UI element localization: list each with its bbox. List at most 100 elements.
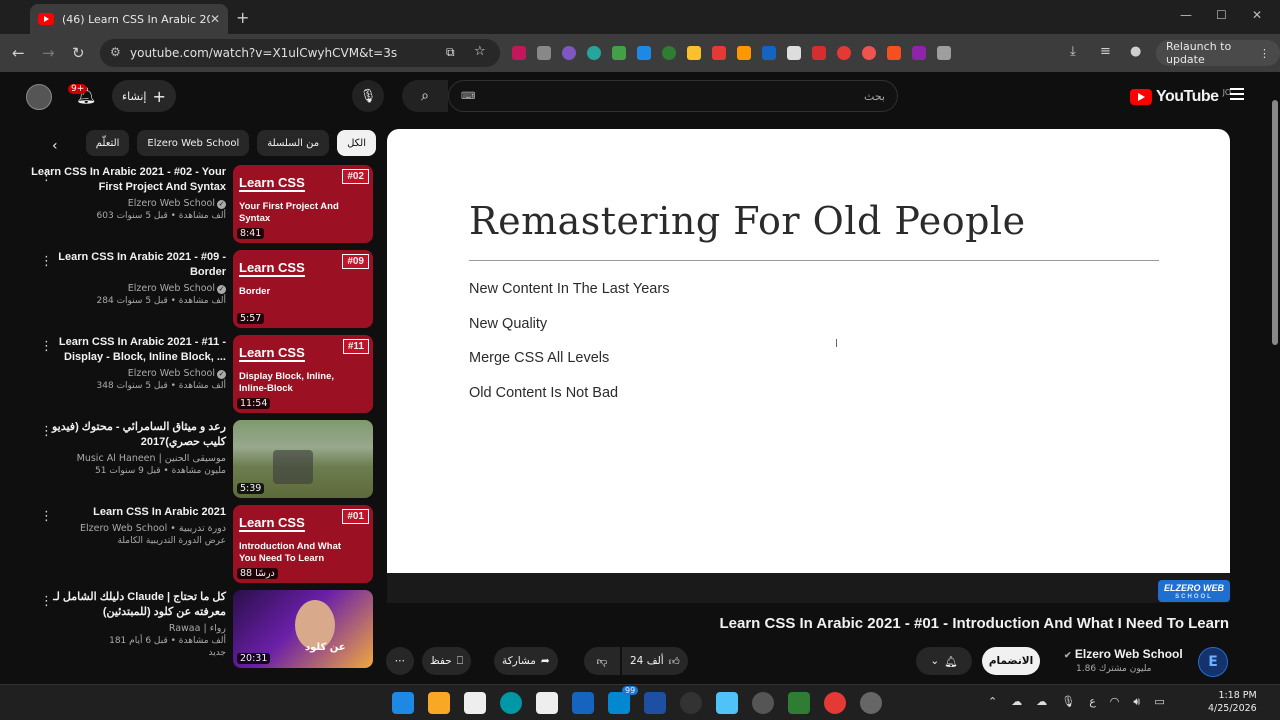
- url-field[interactable]: ⚙ youtube.com/watch?v=X1ulCwyhCVM&t=3s ⧉…: [100, 39, 500, 67]
- settings-gear-icon[interactable]: [752, 692, 774, 714]
- video-thumbnail[interactable]: Learn CSS #11 Display Block, Inline, Inl…: [233, 335, 373, 413]
- maximize-icon[interactable]: ☐: [1216, 8, 1227, 22]
- chip-all[interactable]: الكل: [337, 130, 376, 156]
- video-thumbnail[interactable]: Learn CSS #02 Your First Project And Syn…: [233, 165, 373, 243]
- list-item[interactable]: ⋮ Learn CSS In Arabic 2021 - #02 - Your …: [30, 165, 376, 250]
- new-tab-icon[interactable]: +: [236, 8, 249, 27]
- minimize-icon[interactable]: —: [1180, 8, 1192, 22]
- battery-icon[interactable]: ▭: [1154, 695, 1164, 709]
- more-menu-icon[interactable]: ⋮: [1259, 47, 1270, 60]
- video-title[interactable]: Learn CSS In Arabic 2021 - #02 - Your Fi…: [30, 165, 226, 195]
- channel-avatar[interactable]: E: [1198, 647, 1228, 677]
- channel-name[interactable]: Elzero Web School • دورة تدريبية: [80, 523, 226, 534]
- video-thumbnail[interactable]: Learn CSS #01 Introduction And What You …: [233, 505, 373, 583]
- outlook-icon[interactable]: [608, 692, 630, 714]
- chatgpt-icon[interactable]: [680, 692, 702, 714]
- wifi-icon[interactable]: ◠: [1110, 695, 1120, 709]
- list-item[interactable]: ⋮ Learn CSS In Arabic 2021 - #11 - Displ…: [30, 335, 376, 420]
- close-tab-icon[interactable]: ✕: [210, 12, 220, 26]
- file-explorer-icon[interactable]: [428, 692, 450, 714]
- extension-icon[interactable]: [537, 46, 551, 60]
- video-title[interactable]: Learn CSS In Arabic 2021: [30, 505, 226, 520]
- calculator-icon[interactable]: [572, 692, 594, 714]
- video-thumbnail[interactable]: عن كلود 20:31: [233, 590, 373, 668]
- word-icon[interactable]: [644, 692, 666, 714]
- extension-icon[interactable]: [862, 46, 876, 60]
- close-window-icon[interactable]: ✕: [1252, 8, 1262, 22]
- chevron-up-icon[interactable]: ⌃: [988, 695, 997, 709]
- search-button[interactable]: ⌕: [402, 80, 448, 112]
- pdf-extension-icon[interactable]: [812, 46, 826, 60]
- bookmark-star-icon[interactable]: ☆: [474, 44, 486, 59]
- chip-channel[interactable]: Elzero Web School: [137, 130, 250, 156]
- relaunch-button[interactable]: Relaunch to update ⋮: [1156, 40, 1280, 66]
- onedrive-icon[interactable]: ☁: [1036, 695, 1047, 709]
- extension-icon[interactable]: [712, 46, 726, 60]
- video-thumbnail[interactable]: 5:39: [233, 420, 373, 498]
- like-button[interactable]: 24 ألف 👍︎: [622, 647, 688, 675]
- reload-icon[interactable]: ↻: [72, 44, 85, 62]
- mic-tray-icon[interactable]: 🎙︎: [1061, 695, 1075, 709]
- profile-icon[interactable]: ●: [1130, 44, 1141, 59]
- video-player[interactable]: Remastering For Old People New Content I…: [387, 129, 1230, 573]
- extension-icon[interactable]: [612, 46, 626, 60]
- language-indicator[interactable]: ع: [1089, 695, 1096, 709]
- channel-name[interactable]: Elzero Web School: [128, 368, 215, 379]
- clock[interactable]: 1:18 PM 4/25/2026: [1208, 689, 1257, 715]
- extension-icon[interactable]: [687, 46, 701, 60]
- extension-icon[interactable]: [837, 46, 851, 60]
- page-scrollbar[interactable]: [1270, 72, 1280, 684]
- share-button[interactable]: مشاركة ➦: [494, 647, 558, 675]
- network-icon[interactable]: ☁: [1011, 695, 1022, 709]
- extension-icon[interactable]: [887, 46, 901, 60]
- list-item[interactable]: ⋮ Learn CSS In Arabic 2021 Elzero Web Sc…: [30, 505, 376, 590]
- install-icon[interactable]: ⧉: [446, 45, 455, 60]
- channel-name[interactable]: Elzero Web School: [128, 198, 215, 209]
- save-button[interactable]: حفظ ⎕: [422, 647, 472, 675]
- more-actions-button[interactable]: ⋯: [386, 647, 414, 675]
- create-button[interactable]: إنشاء +: [112, 80, 176, 112]
- channel-name[interactable]: Music Al Haneen | موسيقى الحنين: [77, 453, 226, 464]
- back-icon[interactable]: ←: [12, 44, 25, 62]
- excel-icon[interactable]: [788, 692, 810, 714]
- extension-icon[interactable]: [787, 46, 801, 60]
- store-icon[interactable]: [536, 692, 558, 714]
- browser-tab[interactable]: (46) Learn CSS In Arabic 2021 - ✕: [30, 4, 228, 34]
- extension-icon[interactable]: [912, 46, 926, 60]
- grammarly-icon[interactable]: [662, 46, 676, 60]
- join-button[interactable]: الانضمام: [982, 647, 1040, 675]
- channel-name[interactable]: Elzero Web School: [128, 283, 215, 294]
- chip-learning[interactable]: التعلّم: [85, 130, 130, 156]
- channel-name[interactable]: ✔ Elzero Web School: [1064, 647, 1183, 661]
- search-input[interactable]: ⌨ بحث: [448, 80, 898, 112]
- reading-list-icon[interactable]: ≡: [1100, 44, 1111, 59]
- dislike-button[interactable]: 👎︎: [584, 647, 620, 675]
- youtube-logo[interactable]: YouTube JO: [1130, 88, 1231, 106]
- video-title[interactable]: Learn CSS In Arabic 2021 - #09 - Border: [30, 250, 226, 280]
- notification-settings-button[interactable]: ⌄ 🔔︎: [916, 647, 972, 675]
- download-icon[interactable]: ⤓: [1070, 44, 1076, 59]
- list-item[interactable]: ⋮ دليلك الشامل لـ Claude | كل ما تحتاج م…: [30, 590, 376, 675]
- video-thumbnail[interactable]: Learn CSS #09 Border 5:57: [233, 250, 373, 328]
- site-info-icon[interactable]: ⚙: [110, 45, 121, 59]
- windows-start-icon[interactable]: [392, 692, 414, 714]
- forward-icon[interactable]: →: [42, 44, 55, 62]
- app-icon[interactable]: [860, 692, 882, 714]
- extension-icon[interactable]: [762, 46, 776, 60]
- volume-icon[interactable]: 🔊︎: [1133, 695, 1140, 709]
- extension-icon[interactable]: [737, 46, 751, 60]
- photos-icon[interactable]: [716, 692, 738, 714]
- list-item[interactable]: ⋮ Learn CSS In Arabic 2021 - #09 - Borde…: [30, 250, 376, 335]
- extension-icon[interactable]: [637, 46, 651, 60]
- video-title[interactable]: رعد و ميثاق السامرائي - محتوك (فيديو كلي…: [30, 420, 226, 450]
- extension-icon[interactable]: [512, 46, 526, 60]
- scrollbar-thumb[interactable]: [1272, 100, 1278, 345]
- avatar[interactable]: [26, 84, 52, 110]
- keyboard-icon[interactable]: ⌨: [461, 91, 475, 102]
- chrome-icon[interactable]: [824, 692, 846, 714]
- edge-icon[interactable]: [500, 692, 522, 714]
- channel-name[interactable]: Rawaa | رواء: [169, 623, 226, 634]
- amazon-icon[interactable]: [464, 692, 486, 714]
- extension-icon[interactable]: [562, 46, 576, 60]
- chip-from-series[interactable]: من السلسلة: [257, 130, 330, 156]
